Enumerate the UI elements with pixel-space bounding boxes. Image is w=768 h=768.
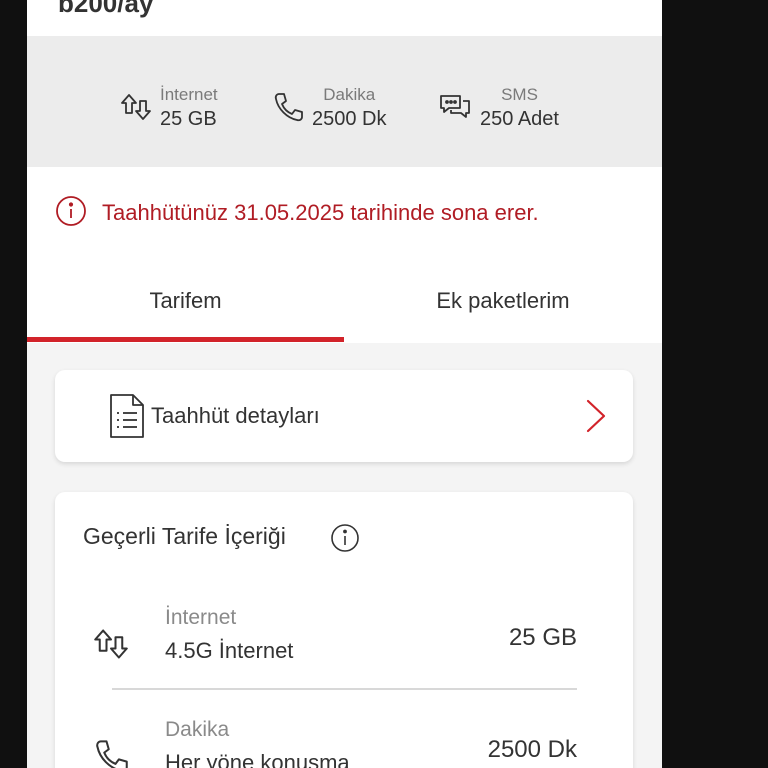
tariff-row-value: 25 GB [508, 624, 577, 651]
price-header: b200/ay [27, 0, 662, 36]
price-text: b200/ay [58, 0, 154, 18]
document-icon [109, 393, 145, 444]
active-tab-indicator [27, 337, 344, 342]
commitment-notice: Taahhütünüz 31.05.2025 tarihinde sona er… [27, 167, 662, 259]
commitment-details-label: Taahhüt detayları [151, 403, 320, 428]
chat-icon [438, 91, 472, 123]
tariff-row-internet: İnternet 4.5G İnternet 25 GB [55, 602, 633, 694]
internet-arrows-icon [120, 91, 152, 123]
summary-minutes: Dakika 2500 Dk [272, 82, 387, 132]
tariff-row-label: Dakika [165, 718, 230, 741]
tariff-info-icon[interactable] [330, 523, 360, 558]
internet-arrows-icon [93, 626, 129, 667]
tariff-row-description: 4.5G İnternet [165, 638, 294, 663]
tariff-row-value: 2500 Dk [487, 736, 577, 763]
phone-icon [272, 91, 304, 123]
summary-minutes-value: 2500 Dk [312, 108, 387, 130]
package-summary: İnternet 25 GB Dakika 2500 Dk SMS 250 Ad… [27, 36, 662, 167]
row-divider [112, 688, 577, 690]
summary-sms-label: SMS [501, 85, 538, 104]
chevron-right-icon [585, 398, 607, 439]
tab-bar: Tarifem Ek paketlerim [27, 259, 662, 343]
tab-tarifem[interactable]: Tarifem [27, 259, 344, 343]
summary-sms-value: 250 Adet [480, 108, 559, 130]
tab-ek-paketlerim[interactable]: Ek paketlerim [344, 259, 662, 343]
info-icon [55, 195, 87, 232]
summary-internet-value: 25 GB [160, 108, 217, 130]
phone-icon [93, 738, 129, 768]
tariff-content-card: Geçerli Tarife İçeriği İnternet 4.5G İnt… [55, 492, 633, 768]
commitment-details-card[interactable]: Taahhüt detayları [55, 370, 633, 462]
app-screen: b200/ay İnternet 25 GB Dakika 2500 Dk SM… [27, 0, 662, 768]
summary-internet-label: İnternet [160, 85, 218, 104]
summary-sms: SMS 250 Adet [438, 82, 559, 132]
summary-internet: İnternet 25 GB [120, 82, 218, 132]
tariff-row-minutes: Dakika Her yöne konuşma 2500 Dk [55, 714, 633, 768]
summary-minutes-label: Dakika [323, 85, 376, 104]
tariff-row-description: Her yöne konuşma [165, 750, 350, 768]
tariff-title: Geçerli Tarife İçeriği [83, 523, 286, 549]
notice-text: Taahhütünüz 31.05.2025 tarihinde sona er… [102, 200, 539, 225]
tariff-row-label: İnternet [165, 606, 237, 629]
